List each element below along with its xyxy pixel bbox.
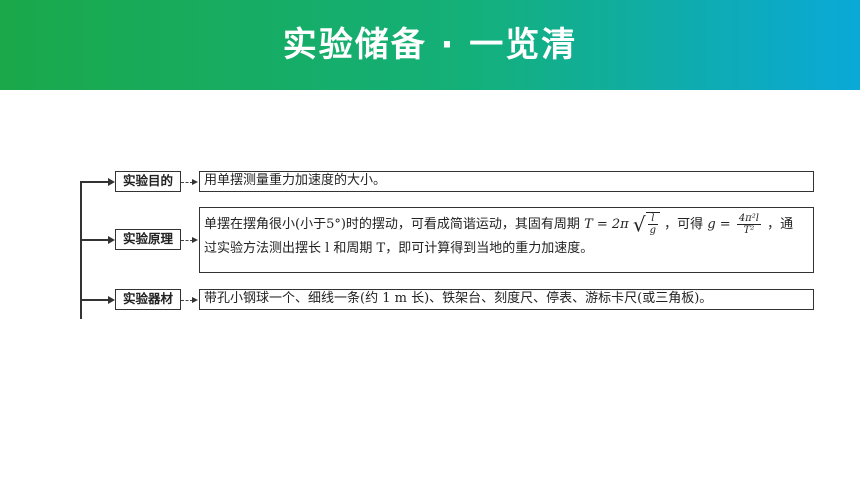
label-purpose: 实验目的: [115, 171, 181, 192]
principle-text: 单摆在摆角很小(小于5°)时的摆动，可看成简谐运动，其固有周期: [204, 217, 580, 232]
content-principle: 单摆在摆角很小(小于5°)时的摆动，可看成简谐运动，其固有周期 T = 2π √…: [199, 207, 814, 273]
arrow-icon: [192, 179, 198, 185]
period-formula-lhs: T = 2π: [584, 217, 629, 232]
sqrt-expression: √ l g: [632, 212, 661, 237]
g-numerator: 4π²l: [736, 213, 761, 225]
arrow-icon: [108, 178, 115, 186]
sqrt-numerator: l: [647, 213, 659, 225]
purpose-text: 用单摆测量重力加速度的大小。: [204, 173, 387, 188]
arrow-icon: [108, 236, 115, 244]
g-formula-lhs: g =: [707, 217, 731, 232]
equipment-text: 带孔小钢球一个、细线一条(约 1 m 长)、铁架台、刻度尺、停表、游标卡尺(或三…: [204, 291, 713, 306]
arrow-icon: [108, 296, 115, 304]
principle-text: ，通: [767, 217, 794, 232]
g-denominator: T²: [743, 225, 755, 236]
principle-line-1: 单摆在摆角很小(小于5°)时的摆动，可看成简谐运动，其固有周期 T = 2π √…: [204, 212, 809, 237]
arrow-icon: [192, 297, 198, 303]
label-equipment: 实验器材: [115, 289, 181, 310]
label-principle: 实验原理: [115, 229, 181, 250]
sqrt-denominator: g: [649, 225, 657, 236]
principle-line-2: 过实验方法测出摆长 l 和周期 T，即可计算得到当地的重力加速度。: [204, 241, 594, 256]
principle-text: ，可得: [664, 217, 704, 232]
g-fraction: 4π²l T²: [736, 213, 761, 236]
arrow-icon: [192, 237, 198, 243]
sqrt-sign-icon: √: [632, 212, 646, 237]
content-equipment: 带孔小钢球一个、细线一条(约 1 m 长)、铁架台、刻度尺、停表、游标卡尺(或三…: [199, 289, 814, 310]
content-purpose: 用单摆测量重力加速度的大小。: [199, 171, 814, 192]
experiment-overview-diagram: 实验目的 用单摆测量重力加速度的大小。 实验原理 单摆在摆角很小(小于5°)时的…: [0, 0, 860, 484]
